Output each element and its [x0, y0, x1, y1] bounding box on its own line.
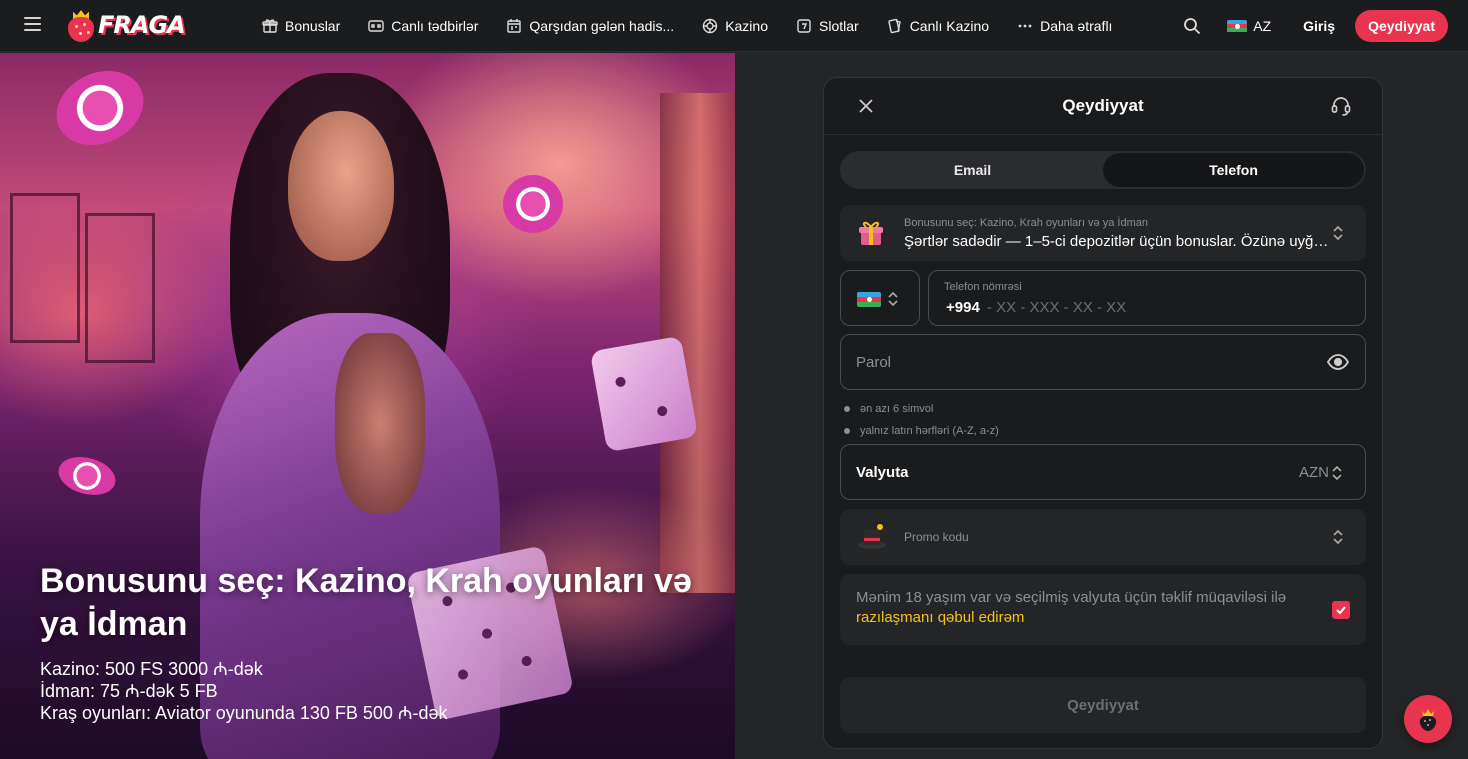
more-dots-icon [1017, 18, 1033, 34]
terms-statement: Mənim 18 yaşım var və seçilmiş valyuta ü… [856, 589, 1287, 606]
magic-hat-icon [858, 524, 886, 549]
password-placeholder: Parol [856, 354, 892, 371]
window-decoration [10, 193, 80, 343]
country-code-selector[interactable] [840, 270, 920, 326]
main-nav: Bonuslar Canlı tədbirlər Qarşıdan gələn … [262, 0, 1140, 52]
nav-label: Daha ətraflı [1040, 18, 1113, 34]
tab-phone[interactable]: Telefon [1103, 153, 1364, 187]
language-code: AZ [1253, 18, 1272, 34]
gift-box-icon [859, 221, 883, 245]
strawberry-logo-icon [66, 8, 96, 42]
nav-label: Qarşıdan gələn hadis... [529, 18, 675, 34]
close-icon[interactable] [858, 98, 874, 114]
promo-line-crash: Kraş oyunları: Aviator oyununda 130 FB 5… [40, 703, 448, 723]
nav-label: Canlı tədbirlər [391, 18, 479, 34]
logo-wordmark: FRAGA [98, 11, 186, 39]
window-decoration [85, 213, 155, 363]
chevron-up-down-icon [1332, 465, 1342, 481]
casino-chip-icon [503, 175, 563, 233]
cards-icon [887, 18, 903, 34]
casino-chip-icon [54, 451, 120, 501]
search-icon[interactable] [1183, 17, 1201, 35]
language-selector[interactable]: AZ [1227, 18, 1271, 34]
phone-placeholder: - XX - XXX - XX - XX [987, 299, 1127, 316]
chevron-up-down-icon [1333, 225, 1343, 241]
chevron-up-down-icon [888, 291, 898, 307]
nav-label: Slotlar [819, 18, 859, 34]
bullet-icon [844, 406, 850, 412]
phone-country-code: +994 [946, 299, 980, 316]
submit-register-button[interactable]: Qeydiyyat [840, 677, 1366, 733]
currency-label: Valyuta [856, 464, 909, 481]
terms-text: Mənim 18 yaşım var və seçilmiş valyuta ü… [856, 588, 1326, 628]
nav-label: Bonuslar [285, 18, 341, 34]
nav-live-events[interactable]: Canlı tədbirlər [368, 18, 478, 34]
login-button[interactable]: Giriş [1303, 18, 1335, 34]
phone-label: Telefon nömrəsi [944, 281, 1022, 293]
dice-icon [589, 335, 699, 453]
nav-label: Canlı Kazino [909, 18, 990, 34]
calendar-icon [506, 18, 522, 34]
promo-text: Bonusunu seç: Kazino, Krah oyunları və y… [40, 560, 700, 724]
bonus-label: Bonusunu seç: Kazino, Krah oyunları və y… [904, 217, 1148, 229]
password-input[interactable]: Parol [840, 334, 1366, 390]
gift-icon [262, 18, 278, 34]
nav-kazino[interactable]: Kazino [702, 18, 768, 34]
rule-text: ən azı 6 simvol [860, 403, 934, 415]
eye-icon[interactable] [1327, 352, 1349, 372]
promo-line-sport: İdman: 75 ₼-dək 5 FB [40, 681, 218, 701]
promo-code-field[interactable]: Promo kodu [840, 509, 1366, 565]
casino-chip-icon [44, 57, 156, 159]
bullet-icon [844, 428, 850, 434]
registration-modal: Qeydiyyat Email Telefon Bonusunu seç: Ka… [823, 77, 1383, 749]
rule-text: yalnız latın hərfləri (A-Z, a-z) [860, 425, 999, 437]
promo-line-casino: Kazino: 500 FS 3000 ₼-dək [40, 659, 263, 679]
fraga-logo[interactable]: FRAGA [66, 8, 186, 42]
terms-link[interactable]: razılaşmanı qəbul edirəm [856, 609, 1024, 626]
promo-banner: Bonusunu seç: Kazino, Krah oyunları və y… [0, 53, 735, 759]
promo-title: Bonusunu seç: Kazino, Krah oyunları və y… [40, 562, 692, 643]
promo-code-label: Promo kodu [904, 530, 969, 544]
currency-value: AZN [1299, 464, 1329, 481]
phone-input[interactable]: Telefon nömrəsi +994 - XX - XXX - XX - X… [928, 270, 1366, 326]
nav-slotlar[interactable]: Slotlar [796, 18, 859, 34]
nav-upcoming-events[interactable]: Qarşıdan gələn hadis... [506, 18, 674, 34]
azerbaijan-flag-icon [1227, 19, 1248, 33]
registration-tabs: Email Telefon [840, 151, 1366, 189]
menu-icon[interactable] [24, 17, 41, 31]
nav-bonuslar[interactable]: Bonuslar [262, 18, 340, 34]
azerbaijan-flag-icon [857, 292, 881, 307]
checkmark-icon [1336, 606, 1346, 615]
tab-email[interactable]: Email [842, 153, 1103, 187]
bonus-selector[interactable]: Bonusunu seç: Kazino, Krah oyunları və y… [840, 205, 1366, 261]
header-register-button[interactable]: Qeydiyyat [1355, 10, 1448, 42]
password-rule: yalnız latın hərfləri (A-Z, a-z) [844, 420, 999, 442]
support-headset-icon[interactable] [1330, 95, 1352, 117]
promo-lines: Kazino: 500 FS 3000 ₼-dək İdman: 75 ₼-də… [40, 658, 700, 724]
modal-header: Qeydiyyat [824, 78, 1382, 135]
terms-checkbox[interactable] [1332, 601, 1350, 619]
chat-support-button[interactable] [1404, 695, 1452, 743]
nav-label: Kazino [725, 18, 768, 34]
nav-more[interactable]: Daha ətraflı [1017, 18, 1112, 34]
currency-selector[interactable]: Valyuta AZN [840, 444, 1366, 500]
bonus-value: Şərtlər sadədir — 1–5-ci depozitlər üçün… [904, 233, 1329, 250]
nav-live-casino[interactable]: Canlı Kazino [887, 18, 989, 34]
password-rules: ən azı 6 simvol yalnız latın hərfləri (A… [844, 398, 999, 442]
strawberry-chat-icon [1419, 709, 1437, 731]
password-rule: ən azı 6 simvol [844, 398, 999, 420]
header-actions: AZ Giriş Qeydiyyat [1183, 0, 1448, 52]
chip-icon [702, 18, 718, 34]
top-header: FRAGA Bonuslar Canlı tədbirlər Qarşıdan … [0, 0, 1468, 52]
modal-title: Qeydiyyat [1062, 96, 1144, 115]
terms-agreement: Mənim 18 yaşım var və seçilmiş valyuta ü… [840, 574, 1366, 645]
chevron-up-down-icon [1333, 529, 1343, 545]
live-score-icon [368, 18, 384, 34]
slot-icon [796, 18, 812, 34]
